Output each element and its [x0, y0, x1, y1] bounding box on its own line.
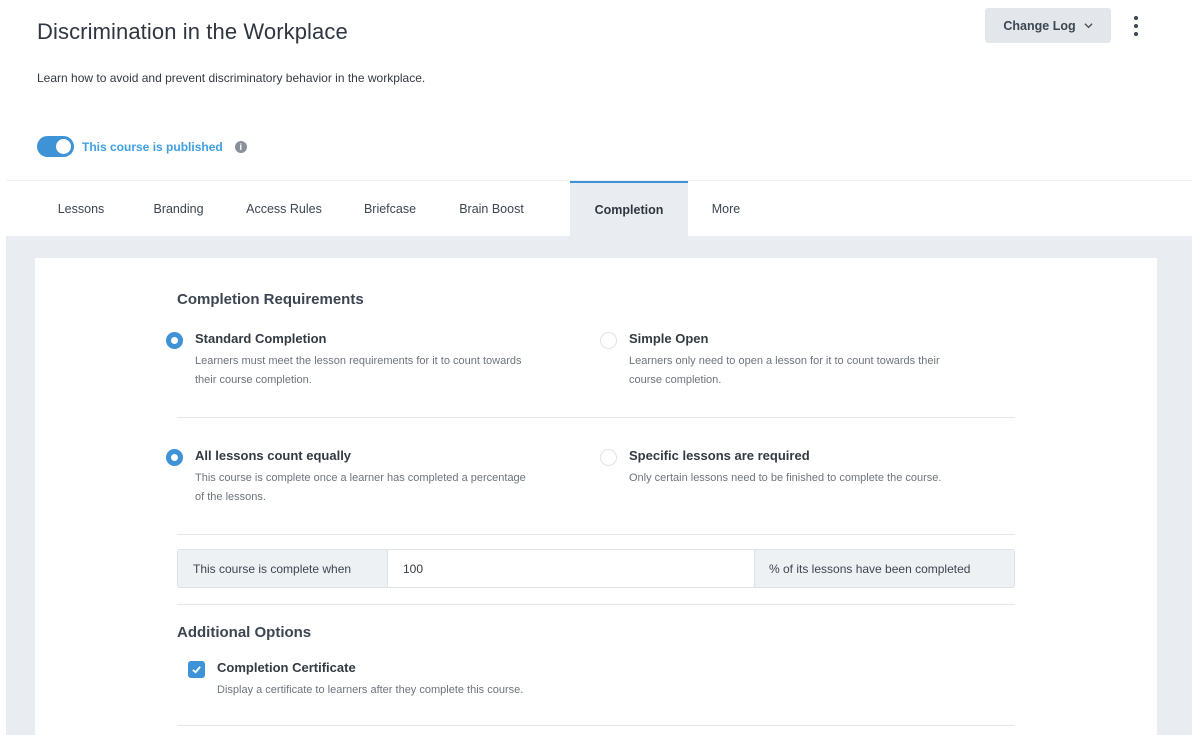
simple-open-radio[interactable] — [600, 332, 617, 349]
info-icon[interactable]: i — [234, 140, 247, 153]
simple-open-desc-line2: course completion. — [629, 373, 722, 386]
simple-open-desc-line1: Learners only need to open a lesson for … — [629, 355, 940, 367]
standard-completion-desc-line2: their course completion. — [195, 373, 312, 386]
divider — [177, 604, 1015, 605]
publish-toggle[interactable] — [37, 136, 74, 157]
tab-brain-boost[interactable]: Brain Boost — [413, 181, 570, 236]
specific-lessons-desc-line1: Only certain lessons need to be finished… — [629, 472, 942, 484]
change-log-label: Change Log — [1003, 18, 1076, 33]
tab-branding[interactable]: Branding — [153, 181, 203, 236]
standard-completion-description: Learners must meet the lesson requiremen… — [195, 352, 522, 389]
option-completion-certificate[interactable]: Completion Certificate Display a certifi… — [188, 660, 688, 702]
tab-briefcase[interactable]: Briefcase — [364, 181, 416, 236]
completion-certificate-checkbox[interactable] — [188, 661, 205, 678]
completion-threshold-group: This course is complete when % of its le… — [177, 549, 1015, 588]
all-lessons-equal-desc-line1: This course is complete once a learner h… — [195, 472, 526, 484]
page-title: Discrimination in the Workplace — [37, 19, 348, 44]
option-standard-completion[interactable]: Standard Completion Learners must meet t… — [166, 331, 596, 391]
all-lessons-equal-radio[interactable] — [166, 449, 183, 466]
specific-lessons-description: Only certain lessons need to be finished… — [629, 469, 941, 488]
completion-requirements-title: Completion Requirements — [177, 291, 364, 308]
threshold-suffix: % of its lessons have been completed — [754, 550, 1014, 587]
all-lessons-equal-title: All lessons count equally — [195, 448, 352, 463]
all-lessons-equal-description: This course is complete once a learner h… — [195, 469, 526, 506]
tab-access-rules[interactable]: Access Rules — [201, 181, 367, 236]
simple-open-title: Simple Open — [629, 331, 709, 346]
standard-completion-desc-line1: Learners must meet the lesson requiremen… — [195, 355, 522, 367]
option-simple-open[interactable]: Simple Open Learners only need to open a… — [600, 331, 1010, 391]
option-all-lessons-equal[interactable]: All lessons count equally This course is… — [166, 448, 596, 508]
toggle-knob — [56, 139, 71, 154]
tab-bar: Lessons Branding Access Rules Briefcase … — [6, 181, 1192, 236]
tab-completion[interactable]: Completion — [570, 181, 688, 236]
publish-label: This course is published — [82, 139, 223, 154]
standard-completion-radio[interactable] — [166, 332, 183, 349]
simple-open-description: Learners only need to open a lesson for … — [629, 352, 940, 389]
change-log-button[interactable]: Change Log — [985, 8, 1111, 43]
publish-row: This course is published i — [37, 136, 247, 157]
tab-lessons[interactable]: Lessons — [6, 181, 156, 236]
divider — [177, 417, 1015, 418]
tab-more[interactable]: More — [688, 181, 764, 236]
standard-completion-title: Standard Completion — [195, 331, 327, 346]
option-specific-lessons[interactable]: Specific lessons are required Only certa… — [600, 448, 1010, 508]
divider — [177, 725, 1015, 726]
completion-percentage-input[interactable] — [388, 550, 754, 587]
specific-lessons-radio[interactable] — [600, 449, 617, 466]
completion-certificate-description: Display a certificate to learners after … — [217, 684, 524, 696]
page-description: Learn how to avoid and prevent discrimin… — [37, 71, 426, 85]
kebab-menu-icon[interactable] — [1127, 14, 1145, 38]
specific-lessons-title: Specific lessons are required — [629, 448, 810, 463]
threshold-prefix: This course is complete when — [178, 550, 388, 587]
completion-certificate-title: Completion Certificate — [217, 660, 356, 675]
all-lessons-equal-desc-line2: of the lessons. — [195, 490, 266, 503]
checkmark-icon — [192, 666, 201, 674]
divider — [177, 534, 1015, 535]
chevron-down-icon — [1084, 23, 1093, 29]
additional-options-title: Additional Options — [177, 624, 312, 641]
